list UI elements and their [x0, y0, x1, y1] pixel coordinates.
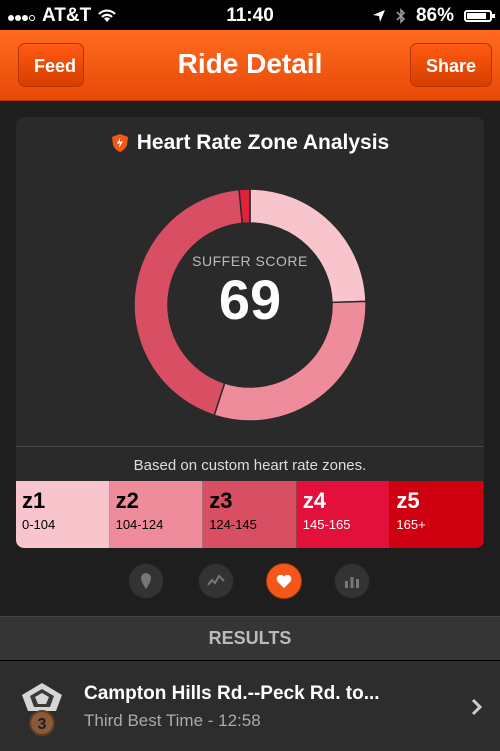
zone-legend: z1 0-104 z2 104-124 z3 124-145 z4 145-165 z5 165+: [16, 481, 484, 548]
bluetooth-icon: [396, 8, 406, 24]
location-arrow-icon: [372, 10, 385, 22]
tab-splits[interactable]: [334, 563, 370, 599]
zone-z2: z2 104-124: [109, 481, 204, 548]
result-title: Campton Hills Rd.--Peck Rd. to...: [84, 683, 380, 704]
zone-z3: z3 124-145: [203, 481, 297, 548]
tab-heart-rate[interactable]: [266, 563, 302, 599]
navigation-bar: Feed Ride Detail Share: [0, 30, 500, 101]
chevron-right-icon: [471, 698, 483, 716]
zone-name: z5: [396, 488, 420, 513]
battery-icon: [464, 10, 495, 22]
zone-range: 104-124: [115, 517, 164, 532]
carrier-label: AT&T: [42, 5, 92, 26]
zone-name: z2: [115, 488, 139, 513]
zone-range: 124-145: [209, 517, 257, 532]
suffer-score-value: 69: [218, 268, 282, 331]
detail-tab-bar: [0, 556, 500, 606]
result-subtitle: Third Best Time - 12:58: [84, 711, 261, 730]
map-pin-icon: [141, 573, 151, 589]
wifi-icon: [98, 9, 117, 22]
medal-rank: 3: [38, 716, 47, 733]
zone-range: 165+: [396, 517, 426, 532]
zone-range: 0-104: [22, 517, 56, 532]
suffer-shield-icon: [111, 134, 128, 152]
tab-analysis[interactable]: [198, 563, 234, 599]
bronze-medal-icon: 3: [22, 683, 62, 736]
battery-percent: 86%: [415, 5, 454, 26]
zone-name: z4: [302, 488, 327, 513]
zones-note: Based on custom heart rate zones.: [133, 457, 367, 474]
zone-z1: z1 0-104: [16, 481, 110, 548]
results-header: RESULTS: [0, 616, 500, 661]
graph-icon: [207, 574, 225, 586]
bar-chart-icon: [345, 577, 359, 588]
card-title-text: Heart Rate Zone Analysis: [136, 131, 390, 154]
card-title: Heart Rate Zone Analysis: [16, 131, 484, 155]
tab-map[interactable]: [128, 563, 164, 599]
zone-z5: z5 165+: [390, 481, 484, 548]
zone-name: z3: [209, 488, 233, 513]
result-row[interactable]: 3 Campton Hills Rd.--Peck Rd. to... Thir…: [0, 660, 500, 751]
heart-rate-card: Heart Rate Zone Analysis SUFFER SCORE 69…: [16, 117, 484, 548]
signal-strength-icon: [8, 11, 36, 21]
status-bar: AT&T 11:40 86%: [0, 0, 500, 30]
zone-name: z1: [22, 488, 46, 513]
zone-z4: z4 145-165: [296, 481, 391, 548]
divider: [16, 446, 484, 447]
heart-icon: [276, 574, 292, 588]
zone-range: 145-165: [302, 517, 351, 532]
share-button[interactable]: Share: [410, 43, 492, 87]
